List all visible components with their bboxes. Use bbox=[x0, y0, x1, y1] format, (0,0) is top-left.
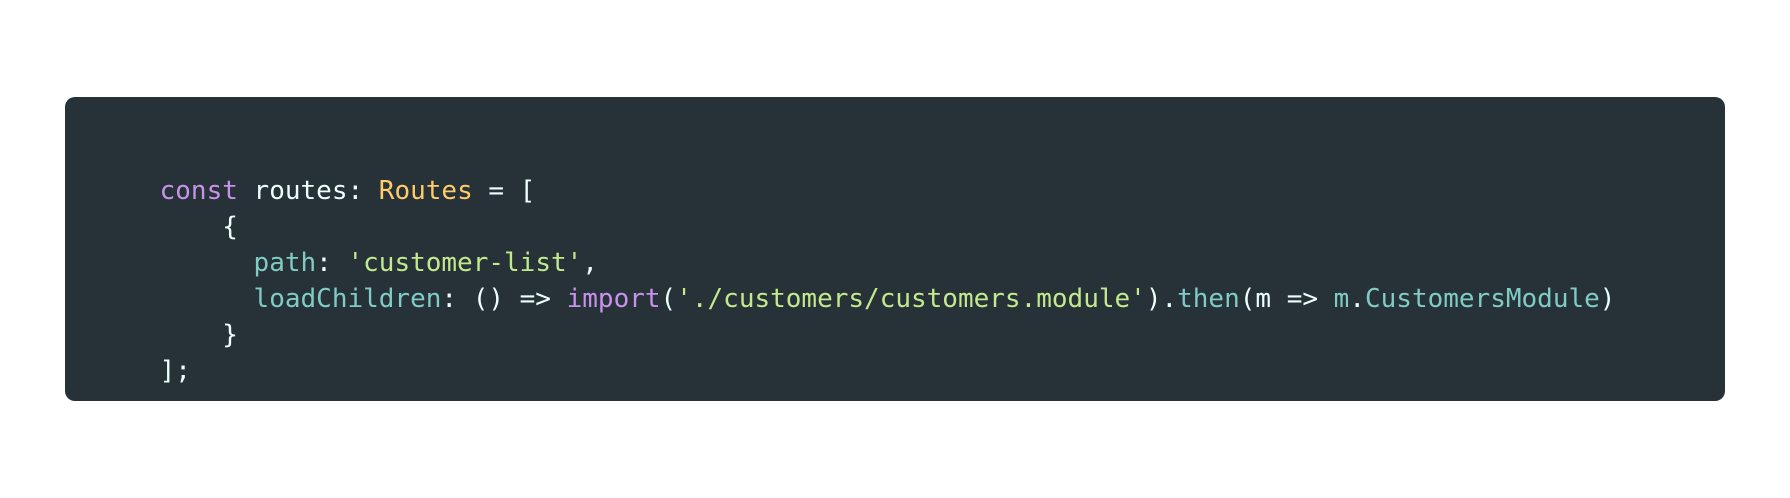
code-token: CustomersModule bbox=[1364, 284, 1600, 314]
code-token: . bbox=[1349, 284, 1365, 314]
code-token: (m => bbox=[1239, 284, 1334, 314]
code-token: loadChildren bbox=[253, 284, 442, 314]
code-token: './customers/customers.module' bbox=[676, 284, 1146, 314]
code-token: routes: bbox=[237, 176, 379, 206]
code-token: 'customer-list' bbox=[347, 248, 583, 278]
code-token: const bbox=[159, 176, 238, 206]
code-token: : bbox=[316, 248, 348, 278]
code-token: ). bbox=[1145, 284, 1178, 314]
code-token: then bbox=[1177, 284, 1240, 314]
code-token: path bbox=[253, 248, 317, 278]
code-token: ( bbox=[660, 284, 677, 314]
code-line: const routes: Routes = [ bbox=[97, 137, 1725, 206]
code-token: import bbox=[566, 284, 661, 314]
code-token: = [ bbox=[472, 176, 536, 206]
code-token: ) bbox=[1599, 284, 1616, 314]
code-token: } bbox=[159, 320, 238, 350]
code-block: const routes: Routes = [ { path: 'custom… bbox=[65, 97, 1725, 401]
code-token: Routes bbox=[378, 176, 473, 206]
code-token: : () => bbox=[441, 284, 567, 314]
code-line: path: 'customer-list', bbox=[97, 209, 1725, 278]
code-token: m bbox=[1333, 284, 1350, 314]
code-token: ]; bbox=[159, 356, 191, 386]
code-line: ]; bbox=[97, 317, 1725, 386]
code-token: , bbox=[582, 248, 598, 278]
code-token: { bbox=[159, 212, 238, 242]
